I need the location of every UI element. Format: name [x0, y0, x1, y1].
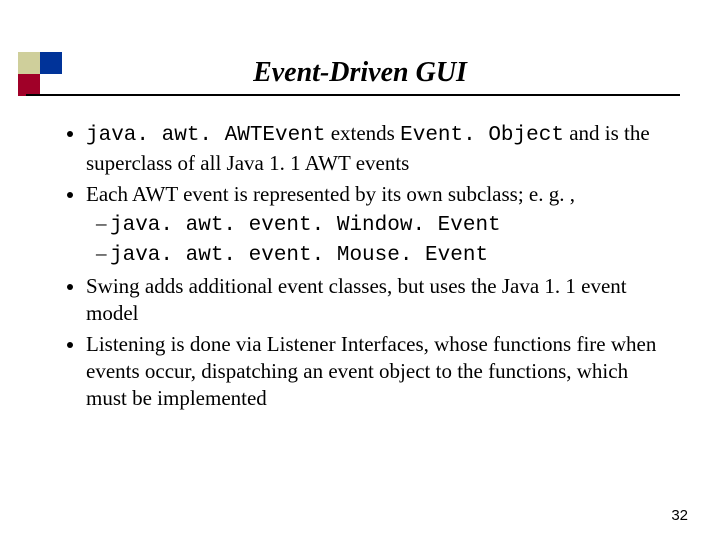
body-text: Each AWT event is represented by its own…: [86, 182, 575, 206]
code-text: Event. Object: [400, 124, 564, 147]
sub-bullet-1: java. awt. event. Window. Event: [110, 210, 664, 240]
page-number: 32: [671, 507, 688, 524]
title-underline: [26, 94, 680, 96]
code-text: java. awt. AWTEvent: [86, 124, 325, 147]
sub-bullet-list: java. awt. event. Window. Event java. aw…: [86, 210, 664, 270]
title-wrap: Event-Driven GUI: [0, 56, 720, 90]
code-text: java. awt. event. Mouse. Event: [110, 244, 488, 267]
bullet-4: Listening is done via Listener Interface…: [86, 331, 664, 412]
body-text: Swing adds additional event classes, but…: [86, 274, 627, 325]
sub-bullet-2: java. awt. event. Mouse. Event: [110, 240, 664, 270]
body-text: extends: [325, 121, 400, 145]
code-text: java. awt. event. Window. Event: [110, 214, 501, 237]
bullet-3: Swing adds additional event classes, but…: [86, 273, 664, 327]
bullet-2: Each AWT event is represented by its own…: [86, 181, 664, 270]
bullet-list: java. awt. AWTEvent extends Event. Objec…: [60, 120, 664, 412]
slide-title: Event-Driven GUI: [253, 56, 467, 90]
bullet-1: java. awt. AWTEvent extends Event. Objec…: [86, 120, 664, 177]
slide-body: java. awt. AWTEvent extends Event. Objec…: [60, 120, 664, 416]
body-text: Listening is done via Listener Interface…: [86, 332, 656, 410]
